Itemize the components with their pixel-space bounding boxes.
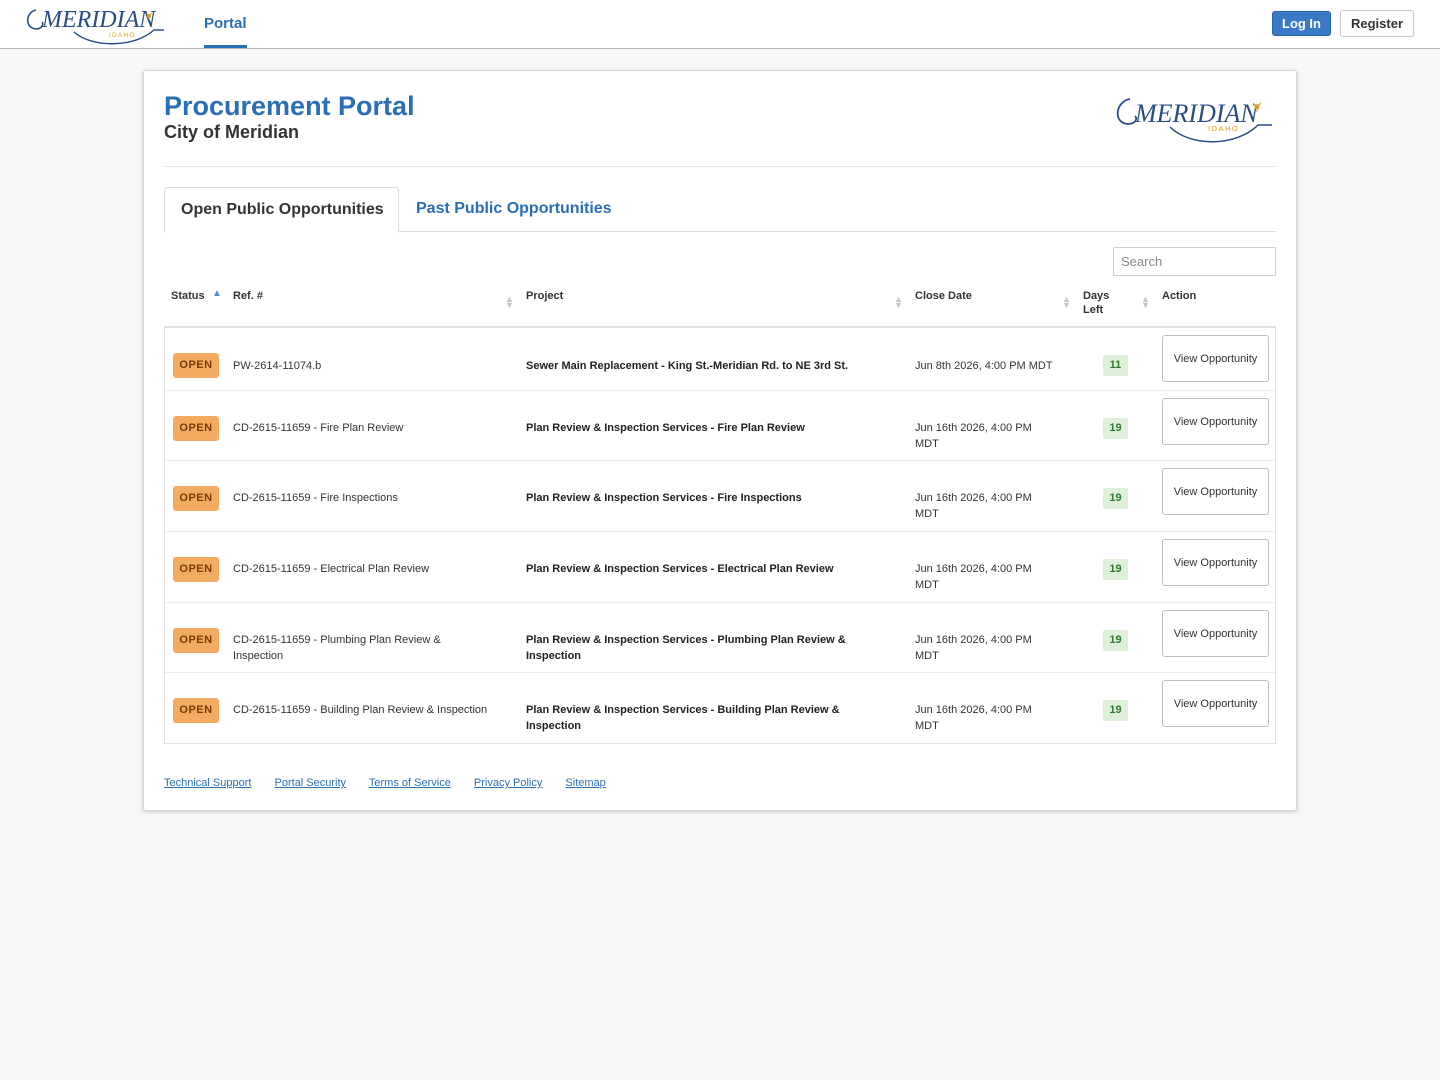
status-badge: OPEN [173,353,219,378]
days-left-badge: 19 [1103,630,1128,651]
days-left-badge: 19 [1103,559,1128,580]
project-name: Plan Review & Inspection Services - Buil… [526,704,840,732]
nav-portal-link[interactable]: Portal [204,0,247,48]
table-row: OPEN PW-2614-11074.b Sewer Main Replacem… [165,328,1275,390]
table-row: OPEN CD-2615-11659 - Plumbing Plan Revie… [165,602,1275,672]
svg-text:MERIDIAN: MERIDIAN [1134,99,1259,128]
technical-support-link[interactable]: Technical Support [164,777,251,789]
ref-number: PW-2614-11074.b [233,360,322,372]
project-name: Plan Review & Inspection Services - Plum… [526,634,846,662]
status-badge: OPEN [173,698,219,723]
table-body: OPEN PW-2614-11074.b Sewer Main Replacem… [164,328,1276,744]
days-left-badge: 19 [1103,418,1128,439]
page-subtitle: City of Meridian [164,122,300,142]
close-date: Jun 16th 2026, 4:00 PM MDT [915,422,1032,450]
top-navbar: MERIDIAN IDAHO Portal Log In Register [0,0,1440,49]
column-header-ref[interactable]: Ref. # [233,289,263,303]
close-date: Jun 16th 2026, 4:00 PM MDT [915,704,1032,732]
sort-asc-icon[interactable]: ▲ [212,289,222,299]
view-opportunity-button[interactable]: View Opportunity [1162,680,1269,727]
ref-number: CD-2615-11659 - Fire Inspections [233,492,398,504]
status-badge: OPEN [173,486,219,511]
tab-past-opportunities[interactable]: Past Public Opportunities [416,187,612,233]
meridian-logo[interactable]: MERIDIAN IDAHO [22,2,170,46]
table-header: Status ▲ Ref. # ▲ ▼ Project ▲ ▼ Close Date… [164,281,1276,328]
close-date: Jun 8th 2026, 4:00 PM MDT [915,360,1053,372]
days-left-badge: 19 [1103,700,1128,721]
privacy-policy-link[interactable]: Privacy Policy [474,777,542,789]
sort-icon[interactable]: ▲ ▼ [1062,295,1071,310]
days-label: Days [1083,290,1110,302]
sort-icon[interactable]: ▲ ▼ [894,295,903,310]
project-name: Plan Review & Inspection Services - Fire… [526,492,802,504]
terms-of-service-link[interactable]: Terms of Service [369,777,451,789]
svg-text:IDAHO: IDAHO [109,32,136,39]
ref-number: CD-2615-11659 - Fire Plan Review [233,422,404,434]
table-row: OPEN CD-2615-11659 - Fire Inspections Pl… [165,460,1275,531]
header-divider [164,166,1276,167]
status-badge: OPEN [173,628,219,653]
footer-links: Technical Support Portal Security Terms … [164,777,626,789]
table-row: OPEN CD-2615-11659 - Electrical Plan Rev… [165,531,1275,602]
view-opportunity-button[interactable]: View Opportunity [1162,468,1269,515]
project-name: Plan Review & Inspection Services - Fire… [526,422,805,434]
column-header-project[interactable]: Project [526,289,563,303]
sitemap-link[interactable]: Sitemap [565,777,605,789]
close-date: Jun 16th 2026, 4:00 PM MDT [915,492,1032,520]
view-opportunity-button[interactable]: View Opportunity [1162,610,1269,657]
left-label: Left [1083,304,1104,316]
view-opportunity-button[interactable]: View Opportunity [1162,539,1269,586]
sort-icon[interactable]: ▲ ▼ [505,295,514,310]
ref-number: CD-2615-11659 - Plumbing Plan Review & I… [233,634,441,662]
opportunities-table: Status ▲ Ref. # ▲ ▼ Project ▲ ▼ Close Date… [164,281,1276,744]
status-badge: OPEN [173,416,219,441]
close-date: Jun 16th 2026, 4:00 PM MDT [915,634,1032,662]
column-header-status[interactable]: Status [171,289,205,303]
page-title: Procurement Portal [164,91,415,121]
project-name: Sewer Main Replacement - King St.-Meridi… [526,360,849,372]
close-date: Jun 16th 2026, 4:00 PM MDT [915,563,1032,591]
days-left-badge: 11 [1103,355,1128,376]
search-input[interactable] [1113,247,1276,276]
days-left-badge: 19 [1103,488,1128,509]
column-header-days-left[interactable]: Days Left [1083,289,1109,317]
column-header-action: Action [1162,290,1197,302]
ref-number: CD-2615-11659 - Electrical Plan Review [233,563,430,575]
register-button[interactable]: Register [1340,10,1414,37]
view-opportunity-button[interactable]: View Opportunity [1162,335,1269,382]
tab-open-opportunities[interactable]: Open Public Opportunities [164,187,399,233]
main-card: Procurement Portal City of Meridian MERI… [143,70,1297,811]
sort-icon[interactable]: ▲ ▼ [1141,295,1150,310]
status-badge: OPEN [173,557,219,582]
meridian-logo-large: MERIDIAN IDAHO [1108,89,1278,147]
svg-text:MERIDIAN: MERIDIAN [41,7,157,33]
svg-text:IDAHO: IDAHO [1208,124,1239,133]
table-row: OPEN CD-2615-11659 - Building Plan Revie… [165,672,1275,743]
column-header-close-date[interactable]: Close Date [915,289,972,303]
opportunity-tabs: Open Public Opportunities Past Public Op… [164,187,1276,233]
portal-security-link[interactable]: Portal Security [275,777,347,789]
table-row: OPEN CD-2615-11659 - Fire Plan Review Pl… [165,390,1275,460]
ref-number: CD-2615-11659 - Building Plan Review & I… [233,704,488,716]
view-opportunity-button[interactable]: View Opportunity [1162,398,1269,445]
project-name: Plan Review & Inspection Services - Elec… [526,563,834,575]
login-button[interactable]: Log In [1272,11,1331,36]
